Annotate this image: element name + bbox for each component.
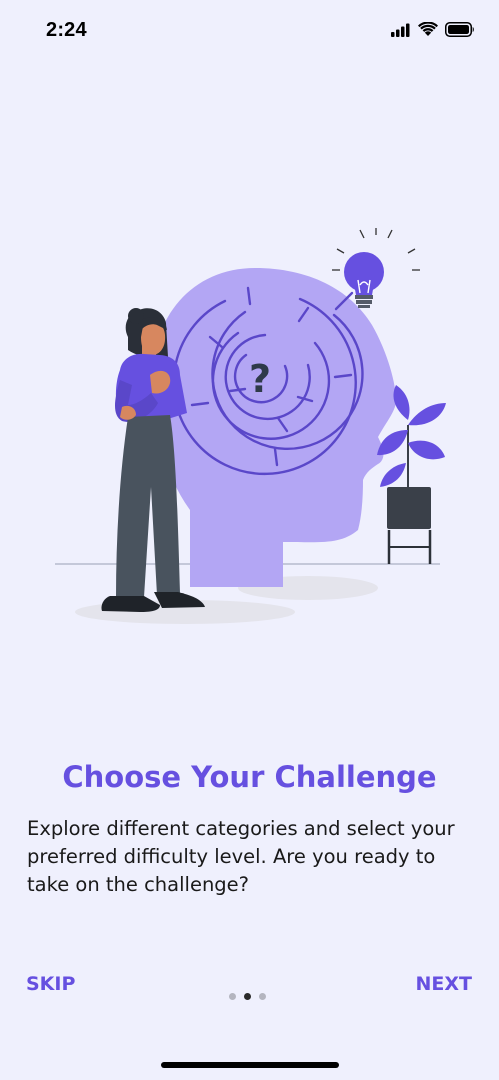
home-indicator[interactable] bbox=[161, 1062, 339, 1068]
onboarding-title: Choose Your Challenge bbox=[62, 760, 437, 794]
onboarding-illustration: ? bbox=[40, 225, 460, 645]
battery-icon bbox=[445, 22, 475, 41]
page-indicator bbox=[229, 993, 266, 1000]
svg-text:?: ? bbox=[249, 357, 271, 401]
onboarding-description: Explore different categories and select … bbox=[27, 817, 455, 896]
status-time: 2:24 bbox=[46, 19, 87, 41]
next-button[interactable]: NEXT bbox=[416, 973, 473, 995]
page-dot bbox=[259, 993, 266, 1000]
status-icons bbox=[391, 21, 475, 41]
status-bar: 2:24 bbox=[0, 0, 499, 62]
page-dot bbox=[229, 993, 236, 1000]
page-dot-active bbox=[244, 993, 251, 1000]
skip-button[interactable]: SKIP bbox=[26, 973, 75, 995]
wifi-icon bbox=[418, 21, 438, 41]
signal-icon bbox=[391, 22, 411, 41]
